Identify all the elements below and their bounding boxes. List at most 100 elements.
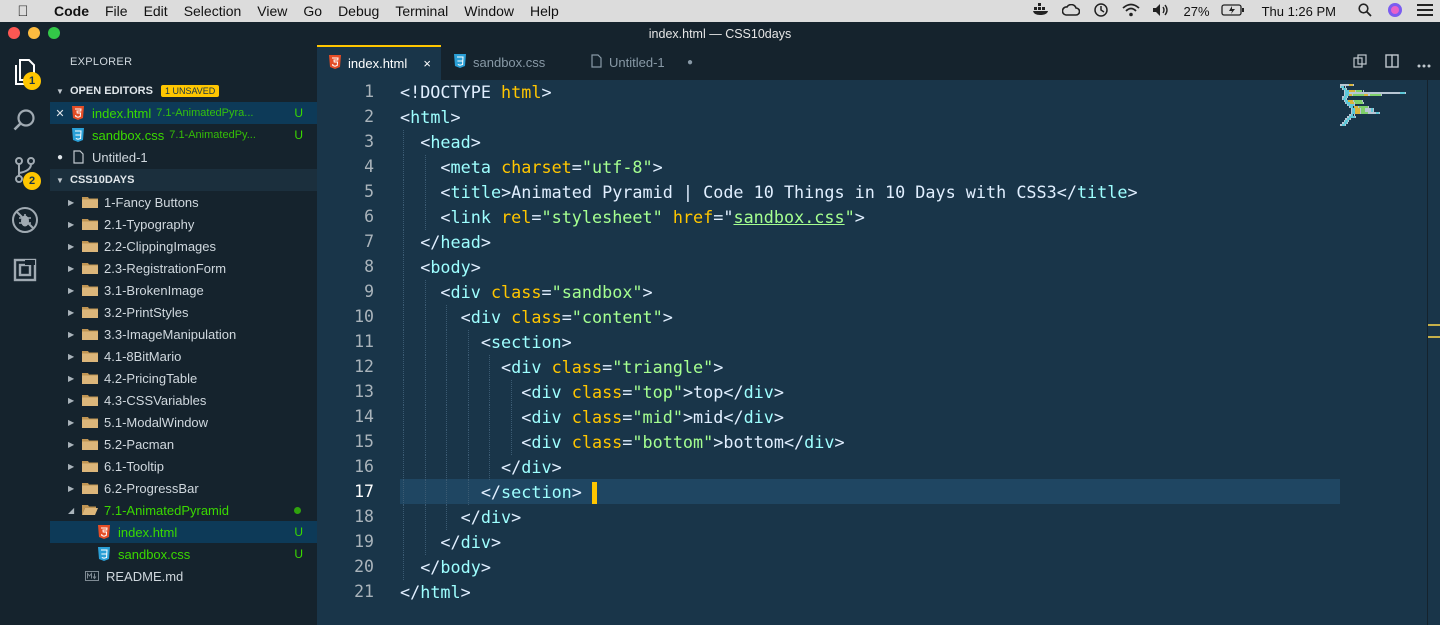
project-header[interactable]: ▼ CSS10DAYS [50,169,317,191]
file-index-html[interactable]: index.html U [50,521,317,543]
folder-item[interactable]: ▶ 1-Fancy Buttons [50,191,317,213]
open-editor-untitled-1[interactable]: ● Untitled-1 [50,146,317,168]
line-number: 4 [364,157,374,176]
search-activity[interactable] [0,95,50,145]
menu-code[interactable]: Code [46,3,97,19]
tab-index-html[interactable]: index.html × [317,45,441,80]
minimap-stroke [1352,94,1365,96]
open-editors-header[interactable]: ▼ OPEN EDITORS 1 UNSAVED [50,80,317,102]
debug-activity[interactable] [0,195,50,245]
tab-untitled-1[interactable]: Untitled-1 ● [579,45,703,80]
close-editor-icon[interactable]: ✕ [50,107,70,120]
chevron-down-icon: ▼ [56,86,64,96]
indent-guide [424,430,426,455]
code-token: div [531,382,572,402]
code-token: = [622,382,633,402]
split-editor-icon[interactable] [1376,54,1408,71]
chevron-right-icon: ▶ [68,285,75,295]
code-token: > [460,582,471,602]
siri-icon[interactable] [1380,2,1410,21]
folder-name: 7.1-AnimatedPyramid [104,502,229,518]
menu-window[interactable]: Window [456,3,522,19]
unsaved-dot-icon[interactable]: ● [687,57,693,68]
indent-guide [424,405,426,430]
unsaved-dot-icon[interactable]: ● [50,152,70,163]
folder-item[interactable]: ▶ 2.1-Typography [50,213,317,235]
folder-item[interactable]: ▶ 4.3-CSSVariables [50,389,317,411]
apple-menu-icon[interactable]:  [0,3,46,20]
close-window-button[interactable] [8,27,20,39]
code-token: = [622,432,633,452]
code-token: "stylesheet" [541,207,673,227]
minimize-window-button[interactable] [28,27,40,39]
notification-center-icon[interactable] [1410,3,1440,19]
line-number: 15 [354,432,374,451]
folder-item[interactable]: ▶ 6.1-Tooltip [50,455,317,477]
menu-go[interactable]: Go [295,3,330,19]
more-actions-icon[interactable] [1408,55,1440,71]
code-line: </head> [400,230,491,255]
menu-selection[interactable]: Selection [176,3,250,19]
close-tab-icon[interactable]: × [423,56,431,71]
wifi-icon[interactable] [1116,3,1146,20]
indent-guide [489,430,490,455]
time-machine-icon[interactable] [1086,2,1116,21]
open-changes-icon[interactable] [1344,54,1376,71]
minimap-stroke [1363,102,1365,104]
folder-item[interactable]: ▶ 6.2-ProgressBar [50,477,317,499]
creative-cloud-icon[interactable] [1056,3,1086,19]
indent-guide [467,405,469,430]
indent-guide [467,480,469,505]
explorer-activity[interactable]: 1 [0,47,50,97]
menu-edit[interactable]: Edit [136,3,176,19]
code-token: "content" [571,307,663,327]
file-name: index.html [118,524,178,540]
battery-icon[interactable] [1218,3,1248,19]
folder-open-7-1[interactable]: ◢ 7.1-AnimatedPyramid [50,499,317,521]
folder-item[interactable]: ▶ 3.3-ImageManipulation [50,323,317,345]
tab-sandbox-css[interactable]: sandbox.css [442,45,578,80]
code-token: div [511,357,552,377]
code-token: < [400,407,532,427]
code-line: <div class="top">top</div> [400,380,784,405]
menu-help[interactable]: Help [522,3,567,19]
spotlight-search-icon[interactable] [1350,2,1380,20]
folder-item[interactable]: ▶ 3.1-BrokenImage [50,279,317,301]
code-line: <title>Animated Pyramid | Code 10 Things… [400,180,1137,205]
file-readme-md[interactable]: README.md [50,565,317,587]
extensions-activity[interactable] [0,245,50,295]
folder-item[interactable]: ▶ 5.1-ModalWindow [50,411,317,433]
vertical-scrollbar[interactable] [1427,80,1440,625]
code-line: </div> [400,530,501,555]
menu-terminal[interactable]: Terminal [387,3,456,19]
minimap-stroke [1367,112,1376,114]
folder-name: 5.1-ModalWindow [104,414,209,430]
folder-item[interactable]: ▶ 4.2-PricingTable [50,367,317,389]
code-token: </ [400,482,502,502]
source-control-activity[interactable]: 2 [0,145,50,195]
chevron-right-icon: ▶ [68,241,75,251]
menu-view[interactable]: View [249,3,295,19]
code-editor[interactable]: 1 <!DOCTYPE html> 2 <html> 3 <head> 4 <meta c… [317,80,1440,625]
zoom-window-button[interactable] [48,27,60,39]
code-token: </ [400,532,461,552]
file-sandbox-css[interactable]: sandbox.css U [50,543,317,565]
minimap[interactable] [1340,80,1430,140]
menu-file[interactable]: File [97,3,136,19]
folder-item[interactable]: ▶ 3.2-PrintStyles [50,301,317,323]
open-editor-index-html[interactable]: ✕ index.html 7.1-AnimatedPyra... U [50,102,317,124]
scm-badge: 2 [23,172,41,190]
folder-item[interactable]: ▶ 2.3-RegistrationForm [50,257,317,279]
volume-icon[interactable] [1146,3,1176,20]
folder-item[interactable]: ▶ 2.2-ClippingImages [50,235,317,257]
open-editor-sandbox-css[interactable]: sandbox.css 7.1-AnimatedPy... U [50,124,317,146]
code-token: meta [450,157,502,177]
search-icon [13,109,35,131]
code-token: charset [501,157,572,177]
folder-item[interactable]: ▶ 4.1-8BitMario [50,345,317,367]
menubar-clock[interactable]: Thu 1:26 PM [1248,4,1350,19]
html5-file-icon [70,106,86,120]
menu-debug[interactable]: Debug [330,3,387,19]
folder-item[interactable]: ▶ 5.2-Pacman [50,433,317,455]
docker-icon[interactable] [1026,3,1056,19]
